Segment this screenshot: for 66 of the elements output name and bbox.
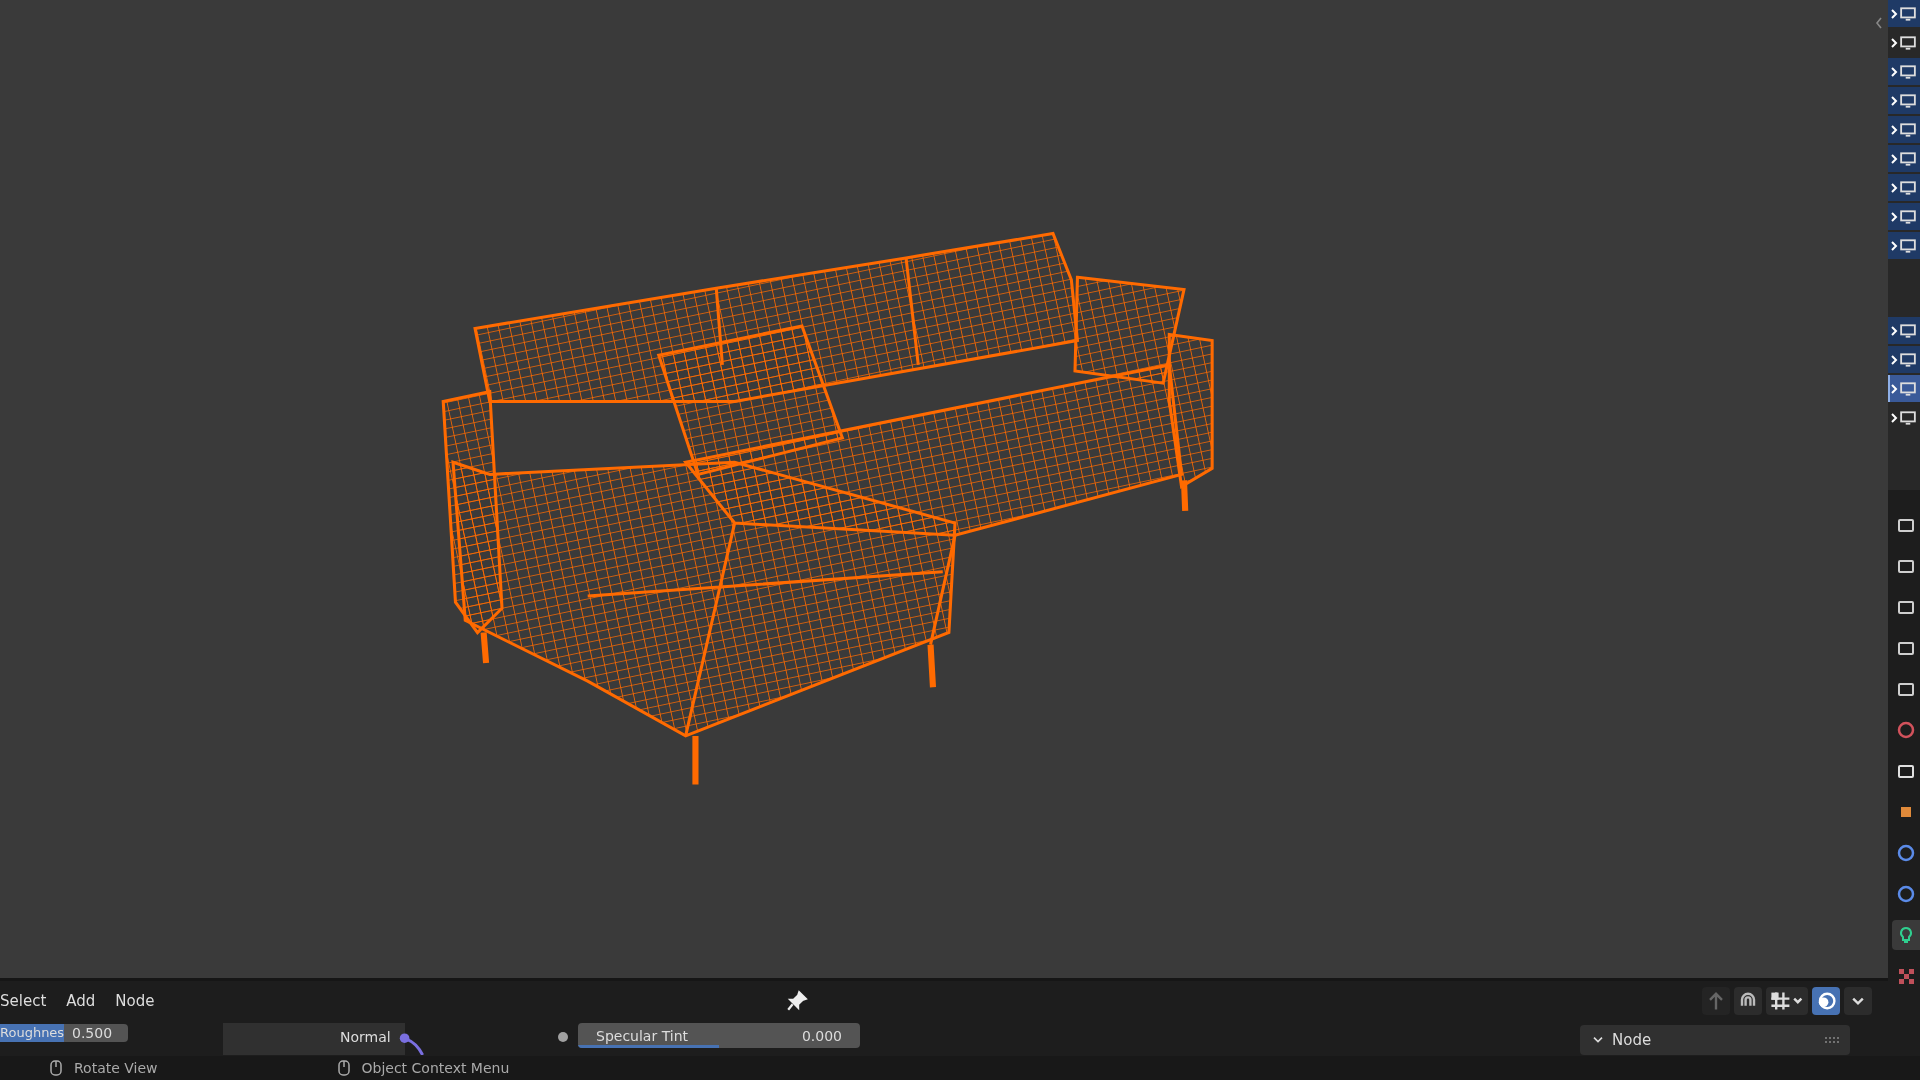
outliner-row[interactable] xyxy=(1888,375,1920,402)
outliner-row[interactable] xyxy=(1888,87,1920,114)
chevron-icon[interactable] xyxy=(1890,95,1898,106)
monitor-icon xyxy=(1900,323,1916,338)
chevron-icon[interactable] xyxy=(1890,153,1898,164)
field-value: 0.500 xyxy=(72,1025,113,1041)
monitor-icon xyxy=(1900,381,1916,396)
chevron-icon[interactable] xyxy=(1890,354,1898,365)
tab-icon xyxy=(1896,966,1916,986)
monitor-icon xyxy=(1900,209,1916,224)
panel-title: Node xyxy=(1612,1031,1652,1049)
monitor-icon xyxy=(1900,122,1916,137)
overlay-icon[interactable] xyxy=(1812,987,1840,1015)
caret-icon[interactable] xyxy=(1844,987,1872,1015)
monitor-icon xyxy=(1900,352,1916,367)
node-panel-header[interactable]: Node xyxy=(1580,1025,1850,1055)
field-value: 0.000 xyxy=(801,1027,842,1044)
specular-tint-slider[interactable]: Specular Tint 0.000 xyxy=(578,1023,860,1048)
mouse-icon xyxy=(50,1060,62,1076)
outliner-row[interactable] xyxy=(1888,145,1920,172)
chevron-icon[interactable] xyxy=(1890,182,1898,193)
outliner-row[interactable] xyxy=(1888,346,1920,373)
status-text: Rotate View xyxy=(74,1060,158,1076)
field-label: Specular Tint xyxy=(596,1027,688,1044)
snap-grid-icon[interactable] xyxy=(1766,987,1808,1015)
mouse-icon xyxy=(337,1060,350,1076)
socket-label: Normal xyxy=(340,1029,391,1045)
magnet-icon[interactable] xyxy=(1734,987,1762,1015)
monitor-icon xyxy=(1900,238,1916,253)
menu-item[interactable]: Select xyxy=(0,992,57,1010)
chevron-icon[interactable] xyxy=(1890,66,1898,77)
chevron-icon[interactable] xyxy=(1890,211,1898,222)
monitor-icon xyxy=(1900,6,1916,21)
tab-icon xyxy=(1896,720,1916,740)
chevron-icon[interactable] xyxy=(1890,240,1898,251)
chevron-icon[interactable] xyxy=(1890,124,1898,135)
outliner-row[interactable] xyxy=(1888,232,1920,259)
menu-item[interactable]: Node xyxy=(105,992,165,1010)
outliner-row[interactable] xyxy=(1888,317,1920,344)
monitor-icon xyxy=(1900,180,1916,195)
monitor-icon xyxy=(1900,151,1916,166)
monitor-icon xyxy=(1900,64,1916,79)
outliner-row[interactable] xyxy=(1888,0,1920,27)
outliner-row[interactable] xyxy=(1888,58,1920,85)
monitor-icon xyxy=(1900,410,1916,425)
properties-tab[interactable] xyxy=(1892,920,1920,950)
outliner-row[interactable] xyxy=(1888,116,1920,143)
chevron-icon[interactable] xyxy=(1890,383,1898,394)
chevron-icon[interactable] xyxy=(1890,37,1898,48)
status-text: Object Context Menu xyxy=(361,1060,510,1076)
outliner-row[interactable] xyxy=(1888,174,1920,201)
monitor-icon xyxy=(1900,93,1916,108)
chevron-icon[interactable] xyxy=(1890,325,1898,336)
chevron-icon[interactable] xyxy=(1890,412,1898,423)
collapse-icon[interactable] xyxy=(1874,16,1884,30)
socket-dot[interactable] xyxy=(558,1032,568,1042)
field-label: Roughnes xyxy=(0,1025,65,1040)
pin-icon[interactable] xyxy=(786,990,808,1012)
roughness-slider[interactable]: Roughnes 0.500 xyxy=(0,1024,128,1042)
outliner-row[interactable] xyxy=(1888,203,1920,230)
tab-icon xyxy=(1896,884,1916,904)
monitor-icon xyxy=(1900,35,1916,50)
menu-item[interactable]: Add xyxy=(56,992,106,1010)
grip-icon[interactable] xyxy=(1824,1036,1840,1044)
tab-icon xyxy=(1896,843,1916,863)
chevron-icon[interactable] xyxy=(1890,8,1898,19)
